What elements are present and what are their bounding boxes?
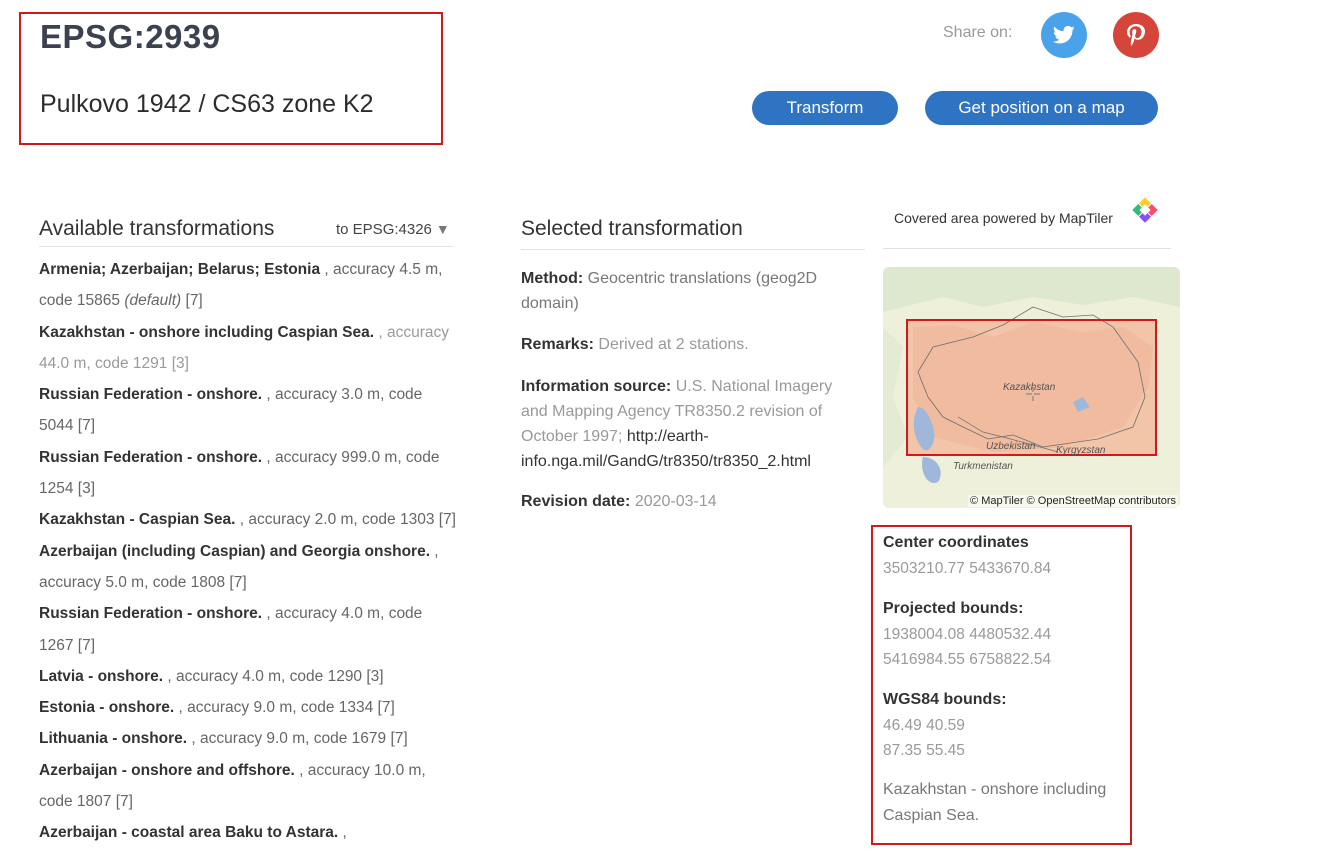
divider bbox=[521, 249, 865, 250]
default-marker: (default) bbox=[124, 292, 182, 310]
transformation-area: Russian Federation - onshore. bbox=[39, 386, 263, 404]
projected-bounds-min: 1938004.08 4480532.44 bbox=[883, 626, 1052, 643]
transformation-area: Azerbaijan (including Caspian) and Georg… bbox=[39, 542, 430, 560]
coverage-map[interactable]: Kazakhstan Uzbekistan Kyrgyzstan Turkmen… bbox=[883, 267, 1180, 508]
target-crs-dropdown[interactable]: to EPSG:4326 ▼ bbox=[336, 221, 450, 238]
transformation-area: Kazakhstan - Caspian Sea. bbox=[39, 511, 236, 529]
map-attribution[interactable]: © MapTiler © OpenStreetMap contributors bbox=[968, 495, 1178, 507]
transformation-area: Estonia - onshore. bbox=[39, 699, 175, 717]
revision-date-value: 2020-03-14 bbox=[634, 493, 717, 510]
twitter-share-button[interactable] bbox=[1041, 12, 1087, 58]
projected-bounds-max: 5416984.55 6758822.54 bbox=[883, 651, 1052, 668]
information-source-row: Information source: U.S. National Imager… bbox=[521, 374, 851, 474]
transformation-item[interactable]: Azerbaijan (including Caspian) and Georg… bbox=[39, 536, 459, 599]
transformation-area: Kazakhstan - onshore including Caspian S… bbox=[39, 323, 375, 341]
map-label-turkmenistan: Turkmenistan bbox=[953, 461, 1013, 472]
revision-date-row: Revision date: 2020-03-14 bbox=[521, 489, 851, 514]
transformation-item[interactable]: Russian Federation - onshore. , accuracy… bbox=[39, 442, 459, 505]
transformations-list: Armenia; Azerbaijan; Belarus; Estonia , … bbox=[39, 254, 459, 849]
available-transformations-title: Available transformations bbox=[39, 217, 275, 240]
get-position-on-map-button[interactable]: Get position on a map bbox=[925, 91, 1158, 125]
transformation-reference: [7] bbox=[181, 292, 203, 310]
transformation-item[interactable]: Kazakhstan - onshore including Caspian S… bbox=[39, 317, 459, 380]
divider bbox=[39, 246, 453, 247]
crs-name: Pulkovo 1942 / CS63 zone K2 bbox=[40, 90, 374, 118]
covered-area-label: Covered area powered by MapTiler bbox=[894, 210, 1113, 226]
crs-code-title: EPSG:2939 bbox=[40, 18, 221, 55]
divider bbox=[883, 248, 1171, 249]
transformation-details: , accuracy 4.0 m, code 1290 [3] bbox=[163, 667, 384, 685]
transformation-area: Azerbaijan - coastal area Baku to Astara… bbox=[39, 824, 339, 842]
transformation-item[interactable]: Estonia - onshore. , accuracy 9.0 m, cod… bbox=[39, 692, 459, 723]
wgs84-bounds-label: WGS84 bounds: bbox=[883, 691, 1007, 708]
method-row: Method: Geocentric translations (geog2D … bbox=[521, 266, 851, 316]
map-label-kazakhstan: Kazakhstan bbox=[1003, 382, 1056, 393]
transformation-area: Armenia; Azerbaijan; Belarus; Estonia bbox=[39, 261, 321, 278]
remarks-label: Remarks: bbox=[521, 336, 594, 353]
selected-transformation-title: Selected transformation bbox=[521, 217, 743, 240]
wgs84-bounds-min: 46.49 40.59 bbox=[883, 717, 965, 734]
transformation-area: Azerbaijan - onshore and offshore. bbox=[39, 761, 295, 779]
transformation-item[interactable]: Lithuania - onshore. , accuracy 9.0 m, c… bbox=[39, 723, 459, 754]
transformation-area: Russian Federation - onshore. bbox=[39, 605, 263, 623]
transformation-details: , bbox=[338, 824, 347, 842]
revision-date-label: Revision date: bbox=[521, 493, 631, 510]
pinterest-share-button[interactable] bbox=[1113, 12, 1159, 58]
pinterest-icon bbox=[1127, 24, 1145, 46]
transformation-details: , accuracy 9.0 m, code 1334 [7] bbox=[174, 699, 395, 717]
transformation-item[interactable]: Azerbaijan - coastal area Baku to Astara… bbox=[39, 817, 459, 848]
maptiler-logo-icon[interactable] bbox=[1131, 196, 1159, 224]
twitter-icon bbox=[1053, 25, 1075, 44]
transformation-item[interactable]: Armenia; Azerbaijan; Belarus; Estonia , … bbox=[39, 254, 459, 317]
map-label-uzbekistan: Uzbekistan bbox=[986, 441, 1036, 452]
transformation-details: , accuracy 2.0 m, code 1303 [7] bbox=[235, 511, 456, 529]
center-coordinates-label: Center coordinates bbox=[883, 534, 1029, 551]
transformation-area: Latvia - onshore. bbox=[39, 667, 164, 685]
transformation-area: Russian Federation - onshore. bbox=[39, 448, 263, 466]
information-source-label: Information source: bbox=[521, 378, 672, 395]
map-canvas: Kazakhstan Uzbekistan Kyrgyzstan Turkmen… bbox=[883, 267, 1180, 508]
remarks-row: Remarks: Derived at 2 stations. bbox=[521, 332, 851, 357]
center-coordinates-value: 3503210.77 5433670.84 bbox=[883, 560, 1052, 577]
transformation-area: Lithuania - onshore. bbox=[39, 730, 188, 748]
method-label: Method: bbox=[521, 270, 584, 287]
area-of-use-text: Kazakhstan - onshore including Caspian S… bbox=[883, 781, 1107, 824]
transform-button[interactable]: Transform bbox=[752, 91, 898, 125]
transformation-item[interactable]: Russian Federation - onshore. , accuracy… bbox=[39, 379, 459, 442]
target-crs-label: to EPSG:4326 bbox=[336, 221, 432, 238]
map-label-kyrgyzstan: Kyrgyzstan bbox=[1056, 445, 1106, 456]
triangle-down-icon: ▼ bbox=[435, 221, 450, 237]
transformation-item[interactable]: Russian Federation - onshore. , accuracy… bbox=[39, 598, 459, 661]
transformation-item[interactable]: Kazakhstan - Caspian Sea. , accuracy 2.0… bbox=[39, 504, 459, 535]
projected-bounds-label: Projected bounds: bbox=[883, 600, 1024, 617]
share-label: Share on: bbox=[943, 24, 1013, 41]
transformation-item[interactable]: Azerbaijan - onshore and offshore. , acc… bbox=[39, 755, 459, 818]
transformation-item[interactable]: Latvia - onshore. , accuracy 4.0 m, code… bbox=[39, 661, 459, 692]
transformation-details: , accuracy 9.0 m, code 1679 [7] bbox=[187, 730, 408, 748]
remarks-value: Derived at 2 stations. bbox=[598, 336, 749, 353]
wgs84-bounds-max: 87.35 55.45 bbox=[883, 742, 965, 759]
